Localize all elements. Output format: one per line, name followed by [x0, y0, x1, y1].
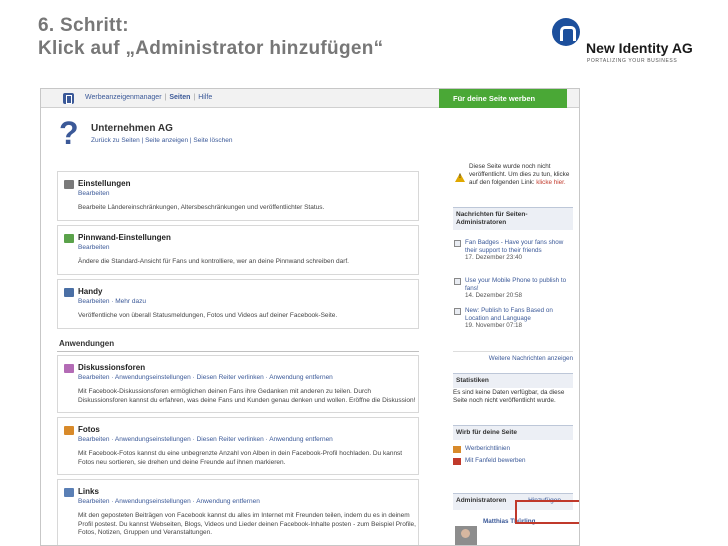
remove-app-link[interactable]: Anwendung entfernen [269, 436, 333, 443]
news-text[interactable]: New: Publish to Fans Based on Location a… [465, 307, 553, 322]
promote-link-row[interactable]: Werberichtlinien [453, 445, 573, 453]
box-description: Mit den geposteten Beiträgen von Faceboo… [78, 512, 416, 536]
box-title: Links [78, 487, 99, 496]
admin-news-header: Nachrichten für Seiten-Administratoren [453, 207, 573, 230]
news-date: 19. November 07:18 [465, 322, 523, 330]
news-date: 14. Dezember 20:58 [465, 292, 523, 300]
mobile-icon [64, 288, 74, 297]
admins-header-label: Administratoren [456, 497, 507, 504]
box-title: Einstellungen [78, 179, 131, 188]
news-item[interactable]: New: Publish to Fans Based on Location a… [453, 307, 573, 330]
box-links: Bearbeiten [78, 190, 109, 197]
link-tab-link[interactable]: Diesen Reiter verlinken [197, 436, 264, 443]
box-description: Bearbeite Ländereinschränkungen, Altersb… [78, 204, 325, 211]
delete-page-link[interactable]: Seite löschen [193, 137, 232, 144]
logo-name: New Identity AG [586, 40, 693, 56]
logo-mark-icon [552, 18, 580, 46]
edit-link[interactable]: Bearbeiten [78, 190, 109, 197]
unpublished-warning: Diese Seite wurde noch nicht veröffentli… [453, 163, 573, 203]
box-description: Mit Facebook-Diskussionsforen ermögliche… [78, 388, 416, 404]
news-icon [454, 278, 461, 285]
news-item[interactable]: Use your Mobile Phone to publish to fans… [453, 277, 573, 300]
fanbox-icon [453, 458, 461, 465]
app-box-discussions: Diskussionsforen Bearbeiten · Anwendungs… [57, 355, 419, 413]
publish-link[interactable]: klicke hier. [536, 179, 565, 186]
box-links: Bearbeiten · Anwendungseinstellungen · D… [78, 436, 333, 443]
learn-more-link[interactable]: Mehr dazu [115, 298, 146, 305]
box-description: Ändere die Standard-Ansicht für Fans und… [78, 258, 349, 265]
logo-tagline: PORTALIZING YOUR BUSINESS [587, 58, 678, 64]
top-nav: Werbeanzeigenmanager | Seiten | Hilfe [85, 94, 213, 101]
page-placeholder-icon: ? [59, 115, 79, 151]
discussion-icon [64, 364, 74, 373]
warning-icon [455, 173, 465, 182]
more-news-link[interactable]: Weitere Nachrichten anzeigen [453, 351, 573, 362]
edit-link[interactable]: Bearbeiten [78, 498, 109, 505]
news-icon [454, 308, 461, 315]
stats-text: Es sind keine Daten verfügbar, da diese … [453, 389, 565, 404]
wall-icon [64, 234, 74, 243]
facebook-icon[interactable] [63, 93, 74, 104]
news-text[interactable]: Fan Badges - Have your fans show their s… [465, 239, 563, 254]
app-box-links: Links Bearbeiten · Anwendungseinstellung… [57, 479, 419, 545]
ad-guidelines-link[interactable]: Werberichtlinien [465, 445, 510, 452]
settings-box-mobile: Handy Bearbeiten · Mehr dazu Veröffentli… [57, 279, 419, 329]
nav-pages[interactable]: Seiten [169, 94, 190, 101]
edit-link[interactable]: Bearbeiten [78, 374, 109, 381]
page-header: ? Unternehmen AG Zurück zu Seiten | Seit… [59, 117, 439, 157]
news-icon [454, 240, 461, 247]
news-text[interactable]: Use your Mobile Phone to publish to fans… [465, 277, 566, 292]
page-title: Unternehmen AG [91, 123, 173, 134]
guidelines-icon [453, 446, 461, 453]
settings-box-general: Einstellungen Bearbeiten Bearbeite Lände… [57, 171, 419, 221]
app-settings-link[interactable]: Anwendungseinstellungen [115, 498, 191, 505]
remove-app-link[interactable]: Anwendung entfernen [196, 498, 260, 505]
box-title: Fotos [78, 425, 100, 434]
news-date: 17. Dezember 23:40 [465, 254, 523, 262]
edit-link[interactable]: Bearbeiten [78, 436, 109, 443]
box-links: Bearbeiten [78, 244, 109, 251]
promote-link-row[interactable]: Mit Fanfeld bewerben [453, 457, 573, 465]
box-links: Bearbeiten · Anwendungseinstellungen · A… [78, 498, 260, 505]
applications-header: Anwendungen [57, 338, 419, 352]
settings-box-wall: Pinnwand-Einstellungen Bearbeiten Ändere… [57, 225, 419, 275]
link-tab-link[interactable]: Diesen Reiter verlinken [197, 374, 264, 381]
box-links: Bearbeiten · Mehr dazu [78, 298, 146, 305]
photos-icon [64, 426, 74, 435]
back-to-pages-link[interactable]: Zurück zu Seiten [91, 137, 140, 144]
app-box-photos: Fotos Bearbeiten · Anwendungseinstellung… [57, 417, 419, 475]
fanbox-link[interactable]: Mit Fanfeld bewerben [465, 457, 526, 464]
app-settings-link[interactable]: Anwendungseinstellungen [115, 374, 191, 381]
box-description: Mit Facebook-Fotos kannst du eine unbegr… [78, 450, 403, 466]
top-bar: Werbeanzeigenmanager | Seiten | Hilfe Für de… [41, 89, 579, 108]
box-title: Diskussionsforen [78, 363, 146, 372]
stats-header: Statistiken [453, 373, 573, 388]
promote-page-button[interactable]: Für deine Seite werben [439, 89, 567, 108]
box-title: Handy [78, 287, 103, 296]
nav-help[interactable]: Hilfe [198, 94, 212, 101]
slide-title: 6. Schritt: Klick auf „Administrator hin… [38, 14, 383, 60]
box-links: Bearbeiten · Anwendungseinstellungen · D… [78, 374, 333, 381]
slide-title-instruction: Klick auf „Administrator hinzufügen“ [38, 38, 384, 59]
settings-icon [64, 180, 74, 189]
view-page-link[interactable]: Seite anzeigen [145, 137, 188, 144]
promote-header: Wirb für deine Seite [453, 425, 573, 440]
edit-link[interactable]: Bearbeiten [78, 244, 109, 251]
facebook-page-screenshot: Werbeanzeigenmanager | Seiten | Hilfe Für de… [40, 88, 580, 546]
remove-app-link[interactable]: Anwendung entfernen [269, 374, 333, 381]
box-description: Veröffentliche von überall Statusmeldung… [78, 312, 338, 319]
box-title: Pinnwand-Einstellungen [78, 233, 171, 242]
slide-title-step: 6. Schritt: [38, 15, 129, 36]
links-icon [64, 488, 74, 497]
app-settings-link[interactable]: Anwendungseinstellungen [115, 436, 191, 443]
company-logo: New Identity AG PORTALIZING YOUR BUSINES… [548, 18, 728, 68]
highlight-box [515, 500, 579, 524]
admin-avatar[interactable] [455, 526, 477, 545]
news-item[interactable]: Fan Badges - Have your fans show their s… [453, 239, 573, 262]
page-links: Zurück zu Seiten | Seite anzeigen | Seit… [91, 137, 233, 144]
edit-link[interactable]: Bearbeiten [78, 298, 109, 305]
nav-ads-manager[interactable]: Werbeanzeigenmanager [85, 94, 162, 101]
